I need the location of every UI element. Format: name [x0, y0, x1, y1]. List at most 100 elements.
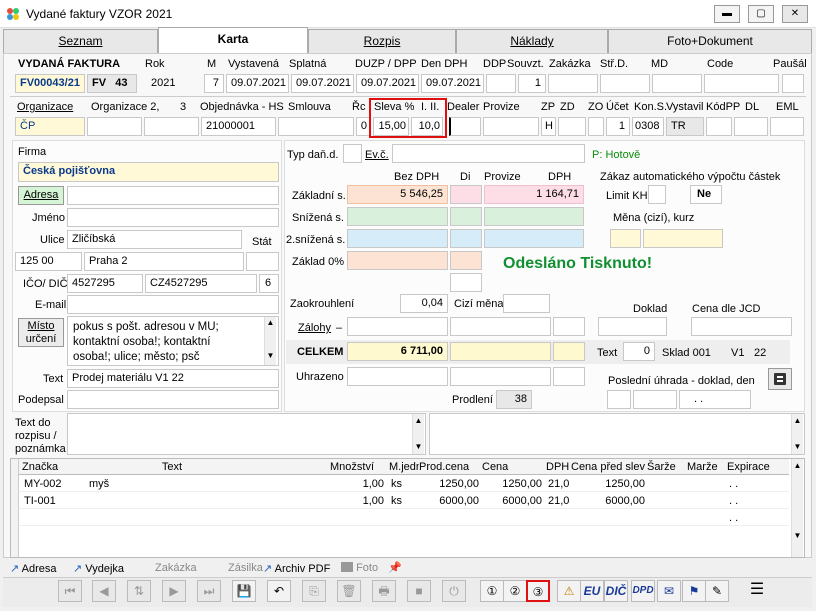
- zakladni-provize-field[interactable]: 1 164,71: [484, 185, 584, 204]
- organizace3-field[interactable]: [144, 117, 199, 136]
- kons-field[interactable]: 0308: [632, 117, 664, 136]
- vydejka-link[interactable]: ↗ Vydejka: [73, 562, 124, 575]
- smlouva-field[interactable]: [278, 117, 354, 136]
- prev-record-icon[interactable]: ◀: [92, 580, 116, 602]
- column-header[interactable]: Značka: [22, 459, 82, 475]
- zaklad0-extra-field[interactable]: [450, 273, 482, 292]
- ucet-field[interactable]: 1: [606, 117, 630, 136]
- zalohy-field[interactable]: [347, 317, 448, 336]
- posledni-den-field[interactable]: . .: [679, 390, 751, 409]
- doklad-field[interactable]: [598, 317, 667, 336]
- uhrazeno-field-3[interactable]: [553, 367, 585, 386]
- table-scrollbar[interactable]: ▲ ▼: [791, 459, 803, 557]
- tab-karta[interactable]: Karta: [158, 27, 308, 54]
- column-header[interactable]: Cena před slev: [571, 459, 647, 475]
- column-header[interactable]: Marže: [687, 459, 723, 475]
- first-record-icon[interactable]: ⏮: [58, 580, 82, 602]
- column-header[interactable]: Cena: [482, 459, 544, 475]
- snizena2-provize-field[interactable]: [484, 229, 584, 248]
- edit-icon[interactable]: ✎: [705, 580, 729, 602]
- mesto-field[interactable]: Praha 2: [84, 252, 244, 271]
- organizace2-field[interactable]: [87, 117, 142, 136]
- column-header[interactable]: Text: [87, 459, 257, 475]
- md-field[interactable]: [652, 74, 702, 93]
- print-3-icon[interactable]: ③: [526, 580, 550, 602]
- zakladni-bezdph-field[interactable]: 5 546,25: [347, 185, 448, 204]
- sort-icon[interactable]: ⇅: [127, 580, 151, 602]
- psc-field[interactable]: 125 00: [15, 252, 82, 271]
- archiv-pdf-link[interactable]: ↗ Archiv PDF: [263, 562, 330, 575]
- dpd-button[interactable]: DPD: [631, 580, 655, 602]
- prodleni-field[interactable]: 38: [496, 390, 532, 409]
- pausal-field[interactable]: [782, 74, 804, 93]
- dic-field[interactable]: CZ4527295: [145, 274, 257, 293]
- post-icon[interactable]: ✉: [657, 580, 681, 602]
- stop-icon[interactable]: ■: [407, 580, 431, 602]
- snizena2-bezdph-field[interactable]: [347, 229, 448, 248]
- duzp-field[interactable]: 09.07.2021: [356, 74, 419, 93]
- zakazka-field[interactable]: [548, 74, 598, 93]
- snizena-provize-field[interactable]: [484, 207, 584, 226]
- objednavka-field[interactable]: 21000001: [201, 117, 276, 136]
- splatna-field[interactable]: 09.07.2021: [291, 74, 354, 93]
- column-header[interactable]: Expirace: [727, 459, 777, 475]
- print-icon[interactable]: [768, 368, 792, 390]
- tab-rozpis[interactable]: Rozpis: [308, 29, 456, 53]
- zo-field[interactable]: [588, 117, 604, 136]
- uhrazeno-field-2[interactable]: [450, 367, 551, 386]
- ddp-field[interactable]: [486, 74, 516, 93]
- maximize-button[interactable]: ▢: [748, 5, 774, 23]
- invoice-number-field[interactable]: FV00043/21: [15, 74, 85, 93]
- zasilka-link[interactable]: Zásilka: [228, 562, 263, 574]
- next-record-icon[interactable]: ▶: [162, 580, 186, 602]
- cena-jcd-field[interactable]: [691, 317, 792, 336]
- podepsal-field[interactable]: [67, 390, 279, 409]
- zd-field[interactable]: [558, 117, 586, 136]
- stat-field[interactable]: [246, 252, 279, 271]
- zaokrouhleni-field[interactable]: 0,04: [400, 294, 448, 313]
- celkem-field-3[interactable]: [553, 342, 585, 361]
- misto-scrollbar[interactable]: ▲ ▼: [264, 317, 276, 365]
- copy-icon[interactable]: ⎘: [302, 580, 326, 602]
- rozpis-note-field[interactable]: [67, 413, 426, 455]
- menu-button[interactable]: ☰: [745, 580, 769, 602]
- zakladni-di-field[interactable]: [450, 185, 482, 204]
- adresa-field[interactable]: [67, 186, 279, 205]
- uhrazeno-field[interactable]: [347, 367, 448, 386]
- firma-field[interactable]: Česká pojišťovna: [18, 162, 279, 182]
- table-row[interactable]: . .: [19, 510, 789, 526]
- dic-check-field[interactable]: 6: [259, 274, 279, 293]
- vystavil-field[interactable]: TR: [666, 117, 704, 136]
- cizimena-field[interactable]: [503, 294, 550, 313]
- power-icon[interactable]: ⏻: [442, 580, 466, 602]
- minimize-button[interactable]: ▬: [714, 5, 740, 23]
- zakazka-link[interactable]: Zakázka: [155, 562, 197, 574]
- souvzt-field[interactable]: 1: [518, 74, 546, 93]
- celkem-field[interactable]: 6 711,00: [347, 342, 448, 361]
- snizena-di-field[interactable]: [450, 207, 482, 226]
- misto-urceni-text[interactable]: pokus s pošt. adresou v MU; kontaktní os…: [67, 316, 279, 366]
- misto-urceni-button[interactable]: Místo určení: [18, 318, 64, 347]
- kodpp-field[interactable]: [706, 117, 732, 136]
- zalohy-field-2[interactable]: [450, 317, 551, 336]
- fv-type-field[interactable]: FV 43: [87, 74, 137, 93]
- text-count-field[interactable]: 0: [623, 342, 655, 361]
- code-field[interactable]: [704, 74, 779, 93]
- kurz-field[interactable]: [643, 229, 723, 248]
- zalohy-field-3[interactable]: [553, 317, 585, 336]
- celkem-field-2[interactable]: [450, 342, 551, 361]
- vystavena-field[interactable]: 09.07.2021: [226, 74, 289, 93]
- evc-field[interactable]: [392, 144, 585, 163]
- column-header[interactable]: M.jedn: [389, 459, 419, 475]
- rok-field[interactable]: 2021: [140, 74, 180, 93]
- column-header[interactable]: Prod.cena: [419, 459, 481, 475]
- snizena-bezdph-field[interactable]: [347, 207, 448, 226]
- warning-icon[interactable]: ⚠: [557, 580, 581, 602]
- printer-icon[interactable]: 🖶: [372, 580, 396, 602]
- last-record-icon[interactable]: ⏭: [197, 580, 221, 602]
- rozpis-scrollbar-2[interactable]: ▲ ▼: [791, 414, 803, 454]
- ne-field[interactable]: Ne: [690, 185, 722, 204]
- provize-field[interactable]: [483, 117, 539, 136]
- rozpis-scrollbar[interactable]: ▲ ▼: [412, 414, 424, 454]
- column-header[interactable]: Množství: [330, 459, 386, 475]
